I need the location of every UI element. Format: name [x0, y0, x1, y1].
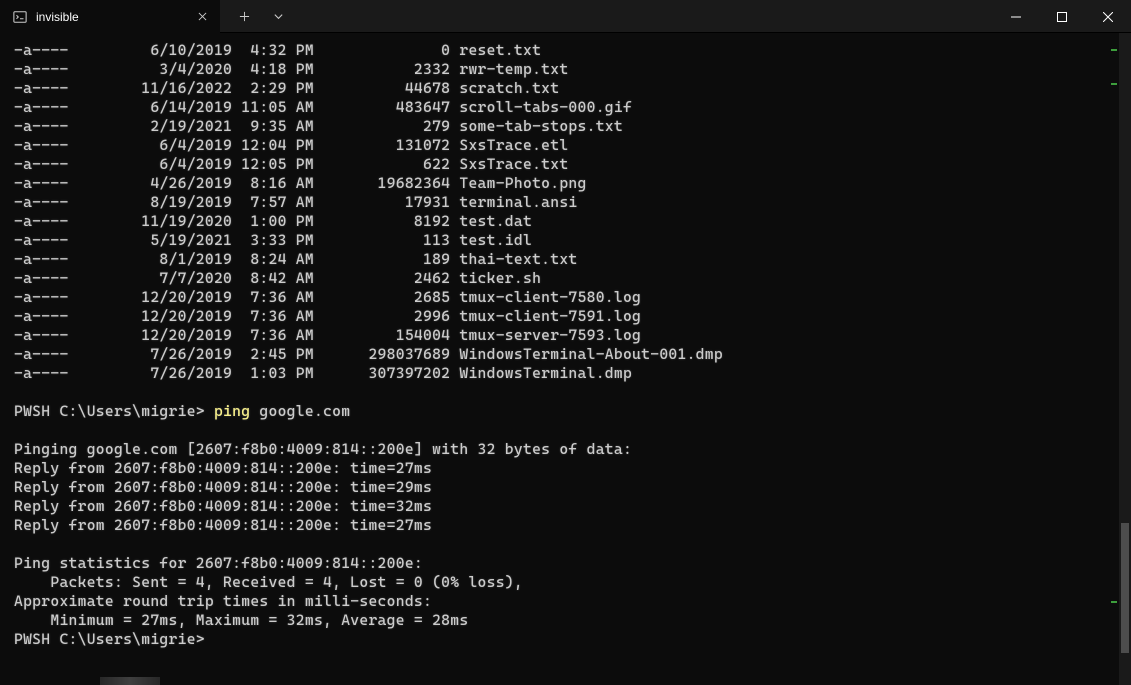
- file-row: -a---- 4/26/2019 8:16 AM 19682364 Team-P…: [14, 174, 1119, 193]
- ping-reply: Reply from 2607:f8b0:4009:814::200e: tim…: [14, 516, 1119, 535]
- prompt-path: C:\Users\migrie>: [59, 630, 204, 649]
- taskbar-thumbnail: [100, 677, 160, 685]
- tab-title: invisible: [36, 10, 186, 24]
- prompt-prefix: PWSH: [14, 402, 59, 421]
- terminal-area: -a---- 6/10/2019 4:32 PM 0 reset.txt-a--…: [0, 33, 1131, 685]
- blank-line: [14, 535, 1119, 554]
- scrollbar[interactable]: [1119, 33, 1131, 685]
- minimize-button[interactable]: [993, 0, 1039, 33]
- prompt-command: ping: [214, 402, 250, 421]
- prompt-prefix: PWSH: [14, 630, 59, 649]
- blank-line: [14, 383, 1119, 402]
- ping-reply: Reply from 2607:f8b0:4009:814::200e: tim…: [14, 478, 1119, 497]
- new-tab-button[interactable]: [228, 1, 260, 31]
- prompt-line: PWSH C:\Users\migrie> ping google.com: [14, 402, 1119, 421]
- file-row: -a---- 12/20/2019 7:36 AM 2996 tmux-clie…: [14, 307, 1119, 326]
- ping-stats-header: Ping statistics for 2607:f8b0:4009:814::…: [14, 554, 1119, 573]
- scrollbar-thumb[interactable]: [1121, 523, 1129, 653]
- file-row: -a---- 3/4/2020 4:18 PM 2332 rwr-temp.tx…: [14, 60, 1119, 79]
- close-button[interactable]: [1085, 0, 1131, 33]
- file-row: -a---- 8/19/2019 7:57 AM 17931 terminal.…: [14, 193, 1119, 212]
- file-row: -a---- 6/14/2019 11:05 AM 483647 scroll-…: [14, 98, 1119, 117]
- file-row: -a---- 12/20/2019 7:36 AM 154004 tmux-se…: [14, 326, 1119, 345]
- prompt-args: google.com: [250, 402, 350, 421]
- file-row: -a---- 5/19/2021 3:33 PM 113 test.idl: [14, 231, 1119, 250]
- file-row: -a---- 7/7/2020 8:42 AM 2462 ticker.sh: [14, 269, 1119, 288]
- titlebar: invisible: [0, 0, 1131, 33]
- tab-dropdown-button[interactable]: [262, 1, 294, 31]
- terminal-icon: [12, 9, 28, 25]
- window-controls: [993, 0, 1131, 32]
- file-row: -a---- 6/10/2019 4:32 PM 0 reset.txt: [14, 41, 1119, 60]
- file-row: -a---- 6/4/2019 12:05 PM 622 SxsTrace.tx…: [14, 155, 1119, 174]
- titlebar-drag-area[interactable]: [294, 0, 993, 32]
- file-row: -a---- 8/1/2019 8:24 AM 189 thai-text.tx…: [14, 250, 1119, 269]
- prompt-line: PWSH C:\Users\migrie>: [14, 630, 1119, 649]
- file-row: -a---- 11/16/2022 2:29 PM 44678 scratch.…: [14, 79, 1119, 98]
- scroll-mark: [1111, 83, 1117, 85]
- ping-rtt-header: Approximate round trip times in milli-se…: [14, 592, 1119, 611]
- file-row: -a---- 11/19/2020 1:00 PM 8192 test.dat: [14, 212, 1119, 231]
- scroll-mark: [1111, 49, 1117, 51]
- scroll-mark: [1111, 601, 1117, 603]
- ping-reply: Reply from 2607:f8b0:4009:814::200e: tim…: [14, 497, 1119, 516]
- ping-header: Pinging google.com [2607:f8b0:4009:814::…: [14, 440, 1119, 459]
- file-row: -a---- 2/19/2021 9:35 AM 279 some-tab-st…: [14, 117, 1119, 136]
- blank-line: [14, 421, 1119, 440]
- file-row: -a---- 7/26/2019 1:03 PM 307397202 Windo…: [14, 364, 1119, 383]
- tab-close-button[interactable]: [194, 9, 210, 25]
- tab-active[interactable]: invisible: [0, 0, 220, 33]
- file-row: -a---- 6/4/2019 12:04 PM 131072 SxsTrace…: [14, 136, 1119, 155]
- terminal-content[interactable]: -a---- 6/10/2019 4:32 PM 0 reset.txt-a--…: [0, 33, 1119, 685]
- file-row: -a---- 12/20/2019 7:36 AM 2685 tmux-clie…: [14, 288, 1119, 307]
- ping-packets: Packets: Sent = 4, Received = 4, Lost = …: [14, 573, 1119, 592]
- tab-actions: [220, 0, 294, 32]
- maximize-button[interactable]: [1039, 0, 1085, 33]
- ping-rtt-values: Minimum = 27ms, Maximum = 32ms, Average …: [14, 611, 1119, 630]
- ping-reply: Reply from 2607:f8b0:4009:814::200e: tim…: [14, 459, 1119, 478]
- file-row: -a---- 7/26/2019 2:45 PM 298037689 Windo…: [14, 345, 1119, 364]
- prompt-path: C:\Users\migrie>: [59, 402, 214, 421]
